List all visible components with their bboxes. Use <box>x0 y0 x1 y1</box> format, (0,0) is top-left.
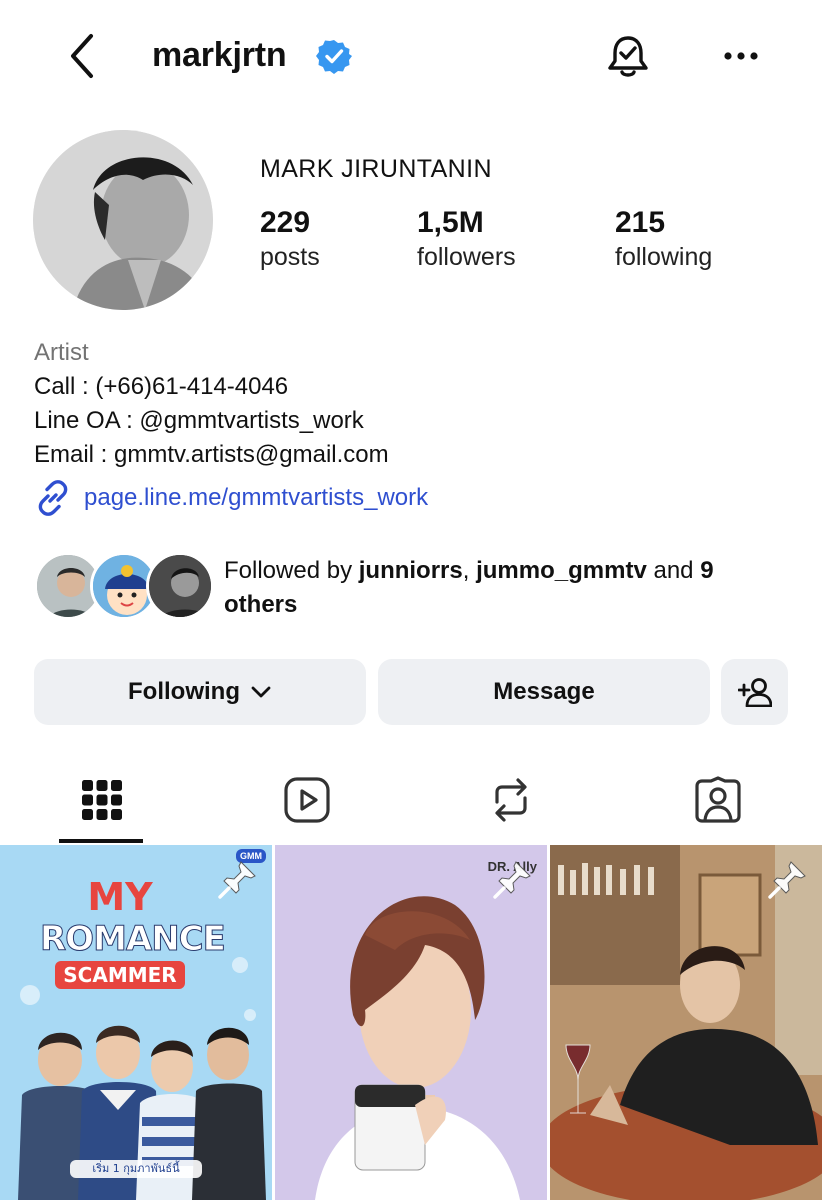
follower-avatar <box>146 552 214 620</box>
reels-icon <box>284 777 330 823</box>
active-tab-indicator <box>59 839 143 843</box>
profile-bio: Artist Call : (+66)61-414-4046 Line OA :… <box>34 336 794 472</box>
bio-link[interactable]: page.line.me/gmmtvartists_work <box>34 478 428 518</box>
tagged-icon <box>695 776 741 823</box>
pin-icon <box>768 861 806 899</box>
message-button-label: Message <box>493 678 595 705</box>
poster-title: MY ROMANCE SCAMMER <box>40 875 227 989</box>
poster-date-text: เริ่ม 1 กุมภาพันธ์นี้ <box>92 1162 180 1175</box>
verified-badge-icon <box>316 40 352 74</box>
pin-icon <box>493 861 531 899</box>
bio-line-line-oa: Line OA : @gmmtvartists_work <box>34 407 364 434</box>
chevron-left-icon <box>71 34 93 78</box>
grid-post[interactable]: DR. Ally <box>275 845 547 1200</box>
reposts-icon <box>495 778 527 822</box>
grid-post[interactable] <box>550 845 822 1200</box>
bell-check-icon <box>608 36 648 77</box>
avatar-photo <box>33 130 213 310</box>
add-user-icon <box>737 678 772 707</box>
following-count: 215 <box>615 206 666 239</box>
followers-label: followers <box>417 243 516 271</box>
posts-count: 229 <box>260 206 311 239</box>
bio-link-text[interactable]: page.line.me/gmmtvartists_work <box>84 484 428 512</box>
link-icon <box>38 480 68 516</box>
tab-tagged[interactable] <box>673 762 763 838</box>
bio-category: Artist <box>34 339 89 366</box>
message-button[interactable]: Message <box>378 659 710 725</box>
profile-avatar[interactable] <box>33 130 213 310</box>
following-label: following <box>615 243 713 271</box>
display-name: MARK JIRUNTANIN <box>260 155 492 183</box>
tab-posts-grid[interactable] <box>57 762 147 838</box>
posts-label: posts <box>260 243 320 271</box>
followed-by-separator: , <box>462 557 477 584</box>
followers-stat[interactable]: 1,5M followers <box>417 205 516 273</box>
following-stat[interactable]: 215 following <box>615 205 712 273</box>
suggested-users-button[interactable] <box>721 659 788 725</box>
back-button[interactable] <box>62 30 102 82</box>
followed-by-text: Followed by junniorrs, jummo_gmmtv and 9… <box>224 554 784 622</box>
followed-by-and: and <box>646 557 701 584</box>
following-button[interactable]: Following <box>34 659 366 725</box>
followed-by-prefix: Followed by <box>224 557 359 584</box>
posts-stat[interactable]: 229 posts <box>260 205 320 273</box>
bio-line-email: Email : gmmtv.artists@gmail.com <box>34 441 389 468</box>
poster-title-scammer: SCAMMER <box>55 961 185 989</box>
mutual-user-1[interactable]: junniorrs <box>359 557 463 584</box>
more-options-button[interactable] <box>718 38 764 74</box>
mutual-user-2[interactable]: jummo_gmmtv <box>476 557 647 584</box>
tab-reels[interactable] <box>262 762 352 838</box>
grid-icon <box>82 780 122 820</box>
tab-reposts[interactable] <box>466 762 556 838</box>
grid-post[interactable]: GMM MY ROMANCE SCAMMER เริ่ม 1 กุมภาพันธ… <box>0 845 272 1200</box>
pin-icon <box>218 861 256 899</box>
poster-title-my: MY <box>87 875 153 919</box>
more-horizontal-icon <box>724 52 758 60</box>
username-title: markjrtn <box>152 36 287 74</box>
profile-header: markjrtn <box>0 0 822 118</box>
following-button-label: Following <box>128 678 240 705</box>
followers-count: 1,5M <box>417 206 484 239</box>
notifications-button[interactable] <box>603 32 653 82</box>
followed-by-row[interactable]: Followed by junniorrs, jummo_gmmtv and 9… <box>34 552 794 624</box>
chevron-down-icon <box>251 686 271 698</box>
poster-title-romance: ROMANCE <box>40 919 227 960</box>
bio-line-call: Call : (+66)61-414-4046 <box>34 373 289 400</box>
